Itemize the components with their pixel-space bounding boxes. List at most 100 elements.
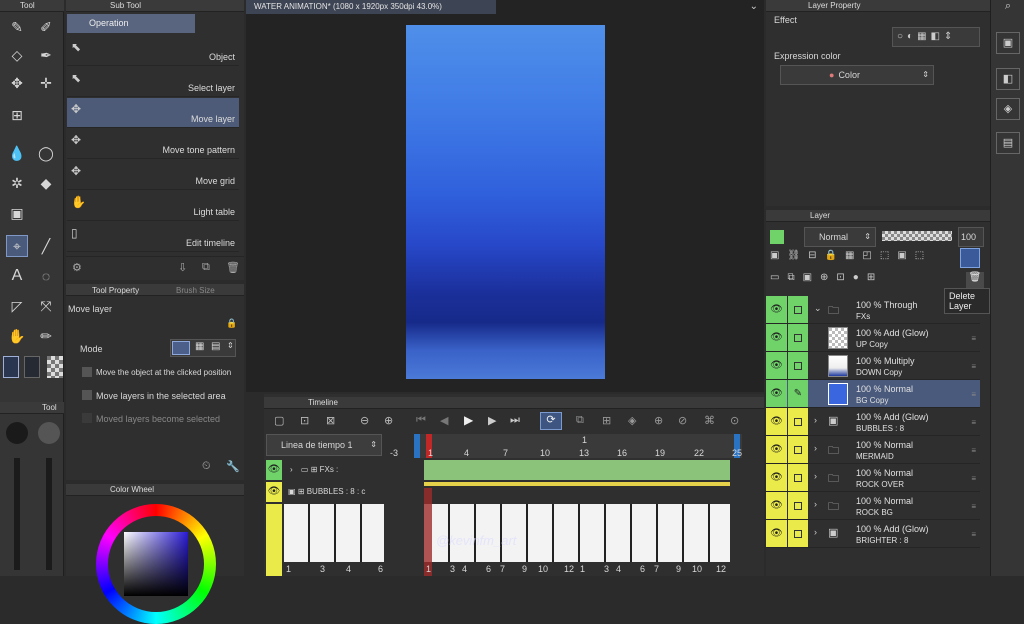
drag-handle-icon[interactable]: ≡ [971, 418, 976, 427]
pen-icon[interactable]: ✎ [6, 16, 28, 38]
frame-thumbs-left[interactable] [284, 504, 384, 562]
chevron-right-icon[interactable]: › [814, 527, 817, 537]
easing-icon[interactable]: ⌘ [704, 414, 715, 427]
effect-buttons[interactable]: ○◐▦◧⇕ [892, 27, 980, 47]
last-frame-icon[interactable]: ⏭ [510, 414, 520, 427]
edit-timeline-icon[interactable]: ⊡ [300, 414, 309, 427]
timeline-selector[interactable]: Linea de tiempo 1 ⇕ [266, 434, 382, 456]
opt-select-checkbox[interactable] [82, 413, 92, 423]
sub-tool-select-layer[interactable]: ⬉ Select layer [67, 67, 239, 97]
saturation-square[interactable] [124, 532, 188, 596]
track-fxs[interactable]: › ▭ ⊞ FXs : [284, 460, 384, 480]
download-icon[interactable]: ⇩ [178, 261, 187, 274]
opacity-slider[interactable] [882, 231, 952, 241]
chevron-down-icon[interactable]: ⌄ [814, 303, 822, 314]
brush-size-slider[interactable] [14, 458, 20, 570]
layer-row[interactable]: 👁 › ▣ 100 % Add (Glow) BRIGHTER : 8 ≡ [766, 520, 980, 548]
eye-icon[interactable]: 👁 [766, 380, 787, 407]
opacity-value[interactable]: 100 [958, 227, 984, 247]
eyedropper-icon[interactable]: ✏ [35, 325, 57, 347]
brush-size-dot[interactable] [6, 422, 28, 444]
search-icon[interactable]: ⌕ [996, 0, 1020, 16]
move-layer-tool-icon[interactable]: ✥ [6, 72, 28, 94]
pencil-icon[interactable]: ✐ [35, 16, 57, 38]
magic-wand-icon[interactable]: ✲ [6, 172, 28, 194]
layer-row[interactable]: 👁 › ▣ 100 % Add (Glow) BUBBLES : 8 ≡ [766, 408, 980, 436]
operation-tool-icon[interactable]: ⌖ [6, 235, 28, 257]
balloon-icon[interactable]: ◌ [35, 265, 57, 287]
drag-handle-icon[interactable]: ≡ [971, 530, 976, 539]
sub-tool-edit-timeline[interactable]: ▯ Edit timeline [67, 222, 239, 252]
expression-color-select[interactable]: ● Color ⇕ [780, 65, 934, 85]
blend-mode-select[interactable]: Normal ⇕ [804, 227, 876, 247]
mode-stepper-icon[interactable]: ⇕ [227, 341, 234, 350]
timeline-ruler[interactable]: -3 1 4 7 10 13 1 16 19 22 25 [390, 434, 742, 458]
gradient-icon[interactable]: ▣ [6, 202, 28, 224]
transform-icon[interactable]: ✛ [35, 72, 57, 94]
start-marker[interactable] [414, 434, 420, 458]
drag-handle-icon[interactable]: ≡ [971, 446, 976, 455]
delete-layer-icon[interactable]: 🗑 [966, 272, 984, 288]
layer-row[interactable]: 👁 › 🗀 100 % Normal ROCK OVER ≡ [766, 464, 980, 492]
sub-tool-settings-icon[interactable]: ⚙ [72, 261, 82, 274]
correct-line-icon[interactable]: ⤧ [35, 295, 57, 317]
opt-click-checkbox[interactable] [82, 367, 92, 377]
chevron-down-icon[interactable]: ⌄ [750, 1, 758, 12]
layer-row[interactable]: 👁 100 % Multiply DOWN Copy ≡ [766, 352, 980, 380]
mode-layers-icon[interactable]: ▤ [211, 341, 220, 352]
mode-grid-icon[interactable]: ▦ [195, 341, 204, 352]
canvas-tab[interactable]: WATER ANIMATION* (1080 x 1920px 350dpi 4… [246, 0, 496, 14]
history-icon[interactable]: ▤ [996, 132, 1020, 154]
layer-row[interactable]: 👁 100 % Add (Glow) UP Copy ≡ [766, 324, 980, 352]
sub-tool-move-grid[interactable]: ✥ Move grid [67, 160, 239, 190]
add-keyframe-icon[interactable]: ⊕ [654, 414, 663, 427]
keyframe-icon[interactable]: ◈ [628, 414, 636, 427]
loop-icon[interactable]: ⟳ [540, 412, 562, 430]
fill-icon[interactable]: ◆ [35, 172, 57, 194]
hand-icon[interactable]: ✋ [6, 325, 28, 347]
eye-icon[interactable]: 👁 [766, 352, 787, 379]
layer-row[interactable]: 👁 › 🗀 100 % Normal MERMAID ≡ [766, 436, 980, 464]
pen-icon[interactable]: ✎ [788, 380, 808, 407]
layer-row[interactable]: 👁 › 🗀 100 % Normal ROCK BG ≡ [766, 492, 980, 520]
layer-row[interactable]: 👁 ⌄ 🗀 100 % Through FXs [766, 296, 980, 324]
layer-color-swatch[interactable] [770, 230, 784, 244]
reset-icon[interactable]: ⏲ [202, 460, 211, 473]
track-bubbles[interactable]: ▣ ⊞ BUBBLES : 8 : c [284, 482, 384, 502]
mode-rect-icon[interactable] [172, 341, 190, 355]
track-bubbles-bar[interactable] [424, 482, 730, 486]
layer-toolbar-1[interactable]: ▣⛓⊟🔒▦◰⬚▣⬚ [770, 250, 984, 268]
mode-selector[interactable]: ▦ ▤ ⇕ [170, 339, 236, 357]
track-fxs-bar[interactable] [424, 460, 730, 480]
track-eye-fxs[interactable]: 👁 [266, 460, 282, 480]
chevron-right-icon[interactable]: › [814, 499, 817, 509]
cel-icon[interactable]: ⧉ [576, 414, 584, 427]
reference-layer-icon[interactable] [960, 248, 980, 268]
sub-tool-move-layer[interactable]: ✥ Move layer [67, 98, 239, 128]
zoom-out-icon[interactable]: ⊖ [360, 414, 369, 427]
sub-color-swatch[interactable] [24, 356, 40, 378]
sub-tool-group-tab[interactable]: Operation [67, 14, 195, 33]
eye-icon[interactable]: 👁 [766, 296, 787, 323]
layers-icon[interactable]: ◈ [996, 98, 1020, 120]
eye-icon[interactable]: 👁 [766, 408, 787, 435]
new-timeline-icon[interactable]: ▢ [274, 414, 284, 427]
navigator-icon[interactable]: ▣ [996, 32, 1020, 54]
line-icon[interactable]: ╱ [35, 235, 57, 257]
transparent-color-swatch[interactable] [47, 356, 63, 378]
copy-icon[interactable]: ⧉ [202, 261, 210, 274]
artboard[interactable] [406, 25, 605, 379]
eye-icon[interactable]: 👁 [766, 324, 787, 351]
text-icon[interactable]: A [6, 265, 28, 287]
drag-handle-icon[interactable]: ≡ [971, 362, 976, 371]
chevron-right-icon[interactable]: › [814, 443, 817, 453]
layer-row-selected[interactable]: 👁 ✎ 100 % Normal BG Copy ≡ [766, 380, 980, 408]
sub-tool-light-table[interactable]: ✋ Light table [67, 191, 239, 221]
chevron-right-icon[interactable]: › [814, 415, 817, 425]
sub-tool-move-tone-pattern[interactable]: ✥ Move tone pattern [67, 129, 239, 159]
lock-icon[interactable]: 🔒 [226, 318, 237, 329]
eye-icon[interactable]: 👁 [766, 436, 787, 463]
tool-property-tab[interactable]: Tool Property [88, 286, 143, 296]
cel-specify-icon[interactable]: ⊞ [602, 414, 611, 427]
main-color-swatch[interactable] [3, 356, 19, 378]
